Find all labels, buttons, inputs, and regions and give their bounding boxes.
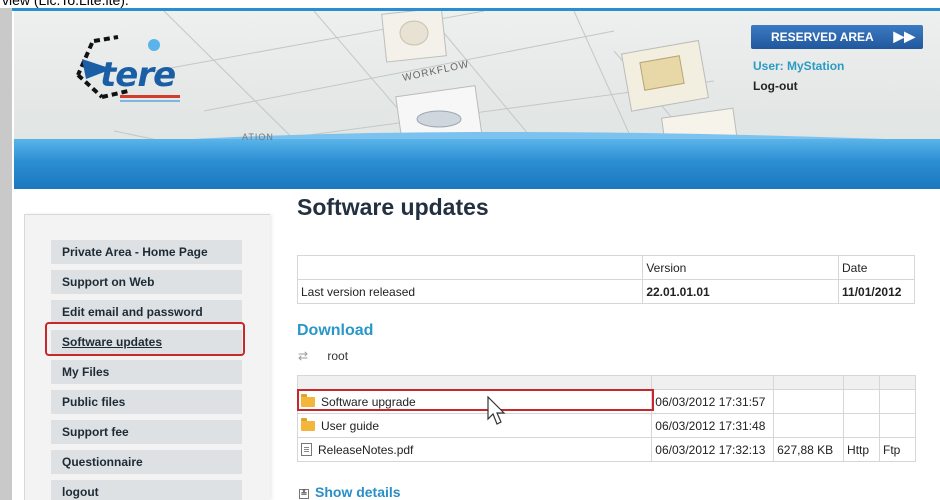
files-header-cell [296, 375, 653, 390]
sidebar-item-public-files[interactable]: Public files [51, 390, 242, 414]
files-header-cell [879, 375, 916, 390]
double-arrow-icon: ▶▶ [893, 28, 915, 44]
logo-text: tere [100, 55, 176, 95]
files-table-header [296, 375, 916, 390]
file-ftp [879, 413, 916, 438]
document-icon [301, 443, 312, 456]
reserved-area-button[interactable]: RESERVED AREA ▶▶ [751, 25, 923, 49]
expand-chevron-icon: ≚ [299, 489, 309, 499]
file-size [773, 413, 845, 438]
file-http [843, 413, 880, 438]
sidebar-item-logout[interactable]: logout [51, 480, 242, 500]
files-header-cell [651, 375, 775, 390]
sidebar-item-questionnaire[interactable]: Questionnaire [51, 450, 242, 474]
root-label: root [327, 349, 349, 363]
file-ftp [879, 389, 916, 414]
file-size [773, 389, 845, 414]
sidebar-menu: Private Area - Home Page Support on Web … [24, 214, 270, 500]
file-http [843, 389, 880, 414]
version-row-date: 11/01/2012 [838, 279, 915, 304]
version-table: Version Date Last version released 22.01… [296, 255, 915, 304]
version-row-version: 22.01.01.01 [642, 279, 840, 304]
folder-up-icon: ⇄ [298, 349, 309, 363]
file-date: 06/03/2012 17:32:13 [651, 437, 775, 462]
files-header-cell [843, 375, 880, 390]
top-clipped-label: view (Lic.To.Lite.ite). [2, 0, 129, 8]
sidebar-item-home[interactable]: Private Area - Home Page [51, 240, 242, 264]
site-header: tere WORKFLOW ATION RESERVED AREA ▶▶ Use… [14, 11, 940, 189]
sidebar-item-support-web[interactable]: Support on Web [51, 270, 242, 294]
file-date: 06/03/2012 17:31:57 [651, 389, 775, 414]
reserved-area-label: RESERVED AREA [771, 30, 874, 44]
version-header-date: Date [838, 255, 915, 280]
sidebar-item-edit-email[interactable]: Edit email and password [51, 300, 242, 324]
file-name[interactable]: ReleaseNotes.pdf [318, 443, 413, 457]
show-details-label[interactable]: Show details [315, 484, 401, 500]
version-row-label: Last version released [296, 279, 644, 304]
version-table-header: Version Date [296, 255, 915, 280]
left-window-edge [0, 8, 12, 500]
file-name-cell[interactable]: User guide [296, 413, 653, 438]
show-details-toggle[interactable]: ≚ Show details [299, 484, 401, 500]
file-size: 627,88 KB [773, 437, 845, 462]
file-name[interactable]: User guide [321, 419, 379, 433]
version-header-blank [296, 255, 644, 280]
root-folder-row[interactable]: ⇄ root [298, 349, 348, 363]
file-name-cell[interactable]: ReleaseNotes.pdf [296, 437, 653, 462]
download-heading: Download [297, 322, 374, 339]
mouse-pointer-icon [487, 396, 506, 425]
header-logout-link[interactable]: Log-out [753, 79, 798, 93]
page-title: Software updates [297, 194, 489, 220]
sidebar-item-support-fee[interactable]: Support fee [51, 420, 242, 444]
version-row: Last version released 22.01.01.01 11/01/… [296, 279, 915, 304]
file-ftp-link[interactable]: Ftp [879, 437, 916, 462]
user-label: User: MyStation [753, 59, 845, 73]
folder-icon [301, 417, 315, 431]
sketch-label-ation: ATION [242, 132, 274, 142]
table-row[interactable]: ReleaseNotes.pdf 06/03/2012 17:32:13 627… [296, 437, 916, 462]
row-selection-highlight [297, 389, 654, 411]
files-header-cell [773, 375, 845, 390]
version-header-version: Version [642, 255, 840, 280]
logo-blue-underline [120, 100, 180, 102]
table-row[interactable]: User guide 06/03/2012 17:31:48 [296, 413, 916, 438]
logo-red-underline [120, 95, 180, 98]
sidebar-item-my-files[interactable]: My Files [51, 360, 242, 384]
file-date: 06/03/2012 17:31:48 [651, 413, 775, 438]
file-http-link[interactable]: Http [843, 437, 880, 462]
menu-selection-highlight [45, 322, 245, 356]
header-blue-band [14, 139, 940, 189]
